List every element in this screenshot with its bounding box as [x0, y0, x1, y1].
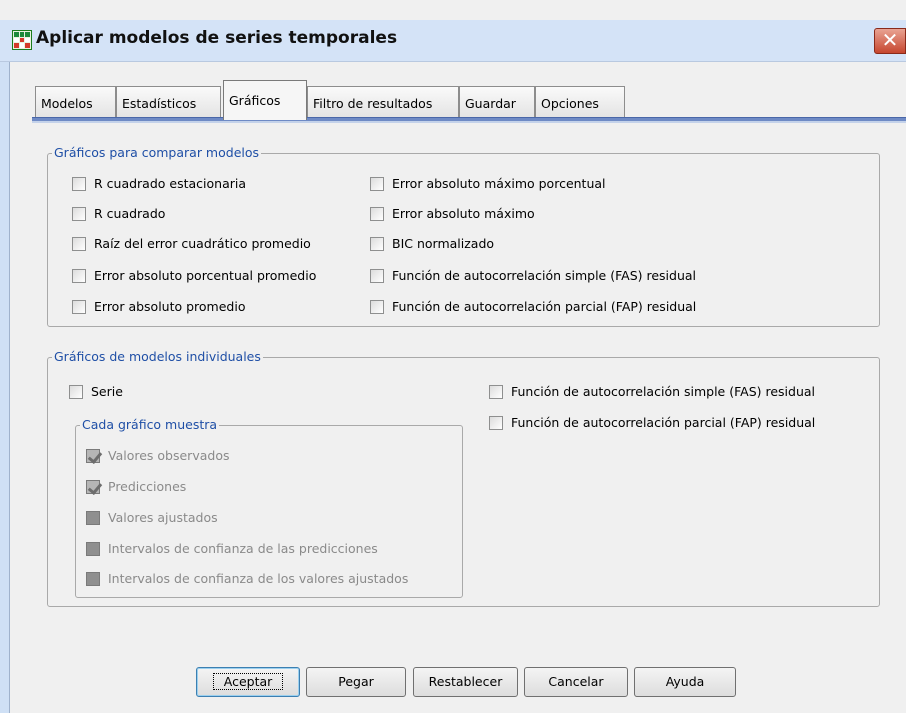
checkbox-label: Raíz del error cuadrático promedio — [94, 236, 311, 251]
checkbox-label: Error absoluto porcentual promedio — [94, 268, 317, 283]
checkbox-serie[interactable]: Serie — [69, 384, 123, 399]
checkbox-label: R cuadrado estacionaria — [94, 176, 247, 191]
checkbox-label: BIC normalizado — [392, 236, 495, 251]
checkbox-bic-normalizado[interactable]: BIC normalizado — [370, 236, 494, 251]
checkbox-predicciones: Predicciones — [86, 479, 186, 494]
checkbox-label: Función de autocorrelación simple (FAS) … — [392, 268, 697, 283]
each-chart-shows-group-title: Cada gráfico muestra — [80, 417, 220, 432]
close-icon[interactable]: ✕ — [874, 28, 906, 54]
tab-opciones[interactable]: Opciones — [535, 86, 625, 118]
window-frame — [0, 62, 10, 713]
checkbox-raiz-error-cuadratico[interactable]: Raíz del error cuadrático promedio — [72, 236, 311, 251]
checkbox-box[interactable] — [370, 299, 384, 314]
checkbox-label: Valores ajustados — [108, 510, 218, 525]
spss-app-icon — [12, 30, 32, 50]
checkbox-box[interactable] — [370, 268, 384, 283]
checkbox-individual-fas-residual[interactable]: Función de autocorrelación simple (FAS) … — [489, 384, 815, 399]
tab-filtro-resultados[interactable]: Filtro de resultados — [307, 86, 459, 118]
checkbox-r-cuadrado-estacionaria[interactable]: R cuadrado estacionaria — [72, 176, 246, 191]
checkbox-box — [86, 448, 100, 463]
checkbox-label: Valores observados — [108, 448, 230, 463]
checkbox-box[interactable] — [370, 206, 384, 221]
checkbox-individual-fap-residual[interactable]: Función de autocorrelación parcial (FAP)… — [489, 415, 815, 430]
accept-button-label: Aceptar — [212, 673, 284, 690]
dialog-window: Aplicar modelos de series temporales ✕ M… — [0, 0, 906, 713]
reset-button[interactable]: Restablecer — [413, 667, 518, 697]
checkbox-label: R cuadrado — [94, 206, 166, 221]
checkbox-label: Error absoluto máximo — [392, 206, 535, 221]
checkbox-box — [86, 479, 100, 494]
checkbox-label: Serie — [91, 384, 123, 399]
help-button[interactable]: Ayuda — [634, 667, 736, 697]
checkbox-label: Función de autocorrelación parcial (FAP)… — [392, 299, 697, 314]
checkbox-box[interactable] — [72, 236, 86, 251]
checkbox-label: Intervalos de confianza de las prediccio… — [108, 541, 378, 556]
checkbox-label: Error absoluto promedio — [94, 299, 246, 314]
checkbox-error-absoluto-maximo[interactable]: Error absoluto máximo — [370, 206, 535, 221]
checkbox-box[interactable] — [72, 206, 86, 221]
checkbox-error-absoluto-promedio[interactable]: Error absoluto promedio — [72, 299, 245, 314]
checkbox-valores-observados: Valores observados — [86, 448, 229, 463]
checkbox-box — [86, 571, 100, 586]
checkbox-error-absoluto-porcentual[interactable]: Error absoluto porcentual promedio — [72, 268, 316, 283]
accept-button[interactable]: Aceptar — [196, 667, 300, 697]
checkbox-label: Función de autocorrelación simple (FAS) … — [511, 384, 816, 399]
tab-modelos[interactable]: Modelos — [35, 86, 116, 118]
cancel-button[interactable]: Cancelar — [524, 667, 628, 697]
checkbox-intervalos-valores-ajustados: Intervalos de confianza de los valores a… — [86, 571, 408, 586]
tab-graficos[interactable]: Gráficos — [223, 80, 307, 120]
checkbox-label: Error absoluto máximo porcentual — [392, 176, 606, 191]
window-title: Aplicar modelos de series temporales — [36, 28, 398, 48]
checkbox-box[interactable] — [72, 299, 86, 314]
tab-panel-divider — [32, 121, 906, 123]
individual-models-group-title: Gráficos de modelos individuales — [52, 349, 263, 364]
checkbox-label: Predicciones — [108, 479, 187, 494]
checkbox-box[interactable] — [370, 176, 384, 191]
checkbox-intervalos-predicciones: Intervalos de confianza de las prediccio… — [86, 541, 378, 556]
checkbox-fap-residual[interactable]: Función de autocorrelación parcial (FAP)… — [370, 299, 696, 314]
checkbox-error-absoluto-maximo-porcentual[interactable]: Error absoluto máximo porcentual — [370, 176, 606, 191]
tab-guardar[interactable]: Guardar — [459, 86, 535, 118]
checkbox-r-cuadrado[interactable]: R cuadrado — [72, 206, 165, 221]
checkbox-box — [86, 541, 100, 556]
checkbox-box[interactable] — [370, 236, 384, 251]
checkbox-valores-ajustados: Valores ajustados — [86, 510, 218, 525]
checkbox-box — [86, 510, 100, 525]
checkbox-box[interactable] — [72, 176, 86, 191]
checkbox-box[interactable] — [72, 268, 86, 283]
checkbox-fas-residual[interactable]: Función de autocorrelación simple (FAS) … — [370, 268, 696, 283]
checkbox-label: Intervalos de confianza de los valores a… — [108, 571, 409, 586]
paste-button[interactable]: Pegar — [306, 667, 406, 697]
checkbox-box[interactable] — [489, 384, 503, 399]
compare-models-group-title: Gráficos para comparar modelos — [52, 145, 262, 160]
checkbox-box[interactable] — [489, 415, 503, 430]
checkbox-box[interactable] — [69, 384, 83, 399]
checkbox-label: Función de autocorrelación parcial (FAP)… — [511, 415, 816, 430]
tab-estadisticos[interactable]: Estadísticos — [116, 86, 221, 118]
